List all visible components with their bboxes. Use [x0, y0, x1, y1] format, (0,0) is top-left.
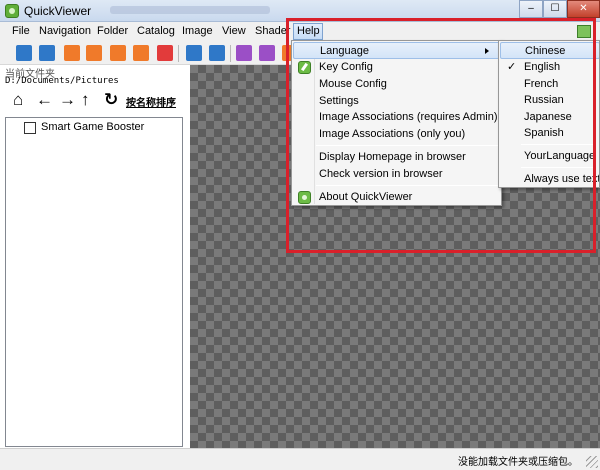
menu-item-label: Check version in browser	[319, 168, 443, 180]
language-label: French	[524, 78, 559, 90]
menu-file[interactable]: File	[12, 25, 30, 37]
language-label: English	[524, 61, 561, 73]
toolbar-separator	[178, 45, 179, 62]
about-icon	[298, 191, 311, 204]
menu-view[interactable]: View	[222, 25, 246, 37]
menu-item-label: Mouse Config	[319, 78, 387, 90]
arrow-up-icon[interactable]: ↑	[81, 91, 90, 109]
menu-item-language[interactable]: Language	[293, 42, 500, 59]
menu-navigation[interactable]: Navigation	[39, 25, 91, 37]
language-item-yourlanguage[interactable]: YourLanguage	[500, 148, 599, 165]
first-page-icon[interactable]	[110, 45, 126, 61]
menu-item-label: Settings	[319, 95, 359, 107]
window-title: QuickViewer	[24, 4, 92, 18]
menu-help[interactable]: Help	[293, 23, 323, 40]
refresh-icon[interactable]: ↻	[104, 91, 118, 109]
language-submenu: Chinese ✓ English French Russian Japanes…	[498, 40, 600, 188]
last-page-icon[interactable]	[133, 45, 149, 61]
language-item-always-use-text[interactable]: Always use text	[500, 171, 600, 187]
menu-separator	[521, 144, 596, 145]
fit-icon[interactable]	[186, 45, 202, 61]
status-text: 没能加载文件夹或压缩包。	[458, 457, 578, 468]
language-label: Chinese	[525, 45, 566, 57]
menu-item-label: Display Homepage in browser	[319, 151, 466, 163]
next-page-icon[interactable]	[39, 45, 55, 61]
tree-item-checkbox[interactable]	[24, 122, 36, 134]
spread-right-icon[interactable]	[259, 45, 275, 61]
menu-item-check-version[interactable]: Check version in browser	[293, 166, 500, 183]
language-label: Japanese	[524, 111, 572, 123]
arrow-left-icon[interactable]: ←	[36, 91, 53, 109]
language-item-french[interactable]: French	[500, 76, 599, 93]
language-label: YourLanguage	[524, 150, 596, 162]
app-icon	[5, 4, 19, 18]
menu-item-image-associations-user[interactable]: Image Associations (only you)	[293, 126, 500, 143]
menu-item-about[interactable]: About QuickViewer	[293, 189, 500, 206]
title-bar: QuickViewer – ☐ ✕	[0, 0, 600, 22]
menu-item-label: Image Associations (only you)	[319, 128, 466, 140]
language-label: Russian	[524, 94, 564, 106]
menu-item-display-homepage[interactable]: Display Homepage in browser	[293, 149, 500, 166]
menu-item-image-associations-admin[interactable]: Image Associations (requires Admin)	[293, 109, 500, 126]
rotate-icon[interactable]	[209, 45, 225, 61]
home-icon[interactable]: ⌂	[13, 91, 23, 109]
menu-separator	[521, 167, 596, 168]
sort-by-name-link[interactable]: 按名称排序	[126, 94, 176, 109]
language-item-spanish[interactable]: Spanish	[500, 125, 599, 142]
language-label: Always use text	[524, 173, 600, 185]
menu-shader[interactable]: Shader	[255, 25, 290, 37]
menu-item-label: Key Config	[319, 61, 373, 73]
language-item-chinese[interactable]: Chinese	[500, 42, 599, 59]
prev-volume-icon[interactable]	[64, 45, 80, 61]
maximize-button[interactable]: ☐	[543, 0, 567, 18]
menu-catalog[interactable]: Catalog	[137, 25, 175, 37]
menu-item-label: Image Associations (requires Admin)	[319, 111, 498, 123]
language-item-english[interactable]: ✓ English	[500, 59, 599, 76]
toolbar-separator	[230, 45, 231, 62]
playlist-icon[interactable]	[157, 45, 173, 61]
spread-left-icon[interactable]	[236, 45, 252, 61]
tree-item-label: Smart Game Booster	[41, 121, 145, 133]
menu-separator	[316, 185, 498, 186]
language-label: Spanish	[524, 127, 564, 139]
language-item-japanese[interactable]: Japanese	[500, 109, 599, 126]
menu-item-key-config[interactable]: Key Config	[293, 59, 500, 76]
status-bar: 没能加载文件夹或压缩包。	[0, 448, 600, 470]
menu-folder[interactable]: Folder	[97, 25, 128, 37]
current-folder-path: D:/Documents/Pictures	[5, 76, 119, 86]
folder-tree[interactable]: Smart Game Booster	[5, 117, 183, 447]
submenu-arrow-icon	[485, 48, 489, 54]
key-icon	[298, 61, 311, 74]
menu-item-settings[interactable]: Settings	[293, 93, 500, 110]
menu-image[interactable]: Image	[182, 25, 213, 37]
arrow-right-icon[interactable]: →	[59, 91, 76, 109]
next-volume-icon[interactable]	[86, 45, 102, 61]
menu-separator	[316, 145, 498, 146]
prev-page-icon[interactable]	[16, 45, 32, 61]
help-dropdown-menu: Language Key Config Mouse Config Setting…	[291, 40, 502, 206]
language-item-russian[interactable]: Russian	[500, 92, 599, 109]
checkmark-icon: ✓	[507, 61, 517, 73]
fullscreen-icon[interactable]	[577, 25, 591, 38]
blurred-window-path	[110, 6, 270, 14]
menu-item-label: About QuickViewer	[319, 191, 413, 203]
minimize-button[interactable]: –	[519, 0, 543, 18]
menu-item-mouse-config[interactable]: Mouse Config	[293, 76, 500, 93]
resize-grip-icon[interactable]	[586, 456, 598, 468]
close-button[interactable]: ✕	[567, 0, 600, 18]
menu-item-label: Language	[320, 45, 369, 57]
